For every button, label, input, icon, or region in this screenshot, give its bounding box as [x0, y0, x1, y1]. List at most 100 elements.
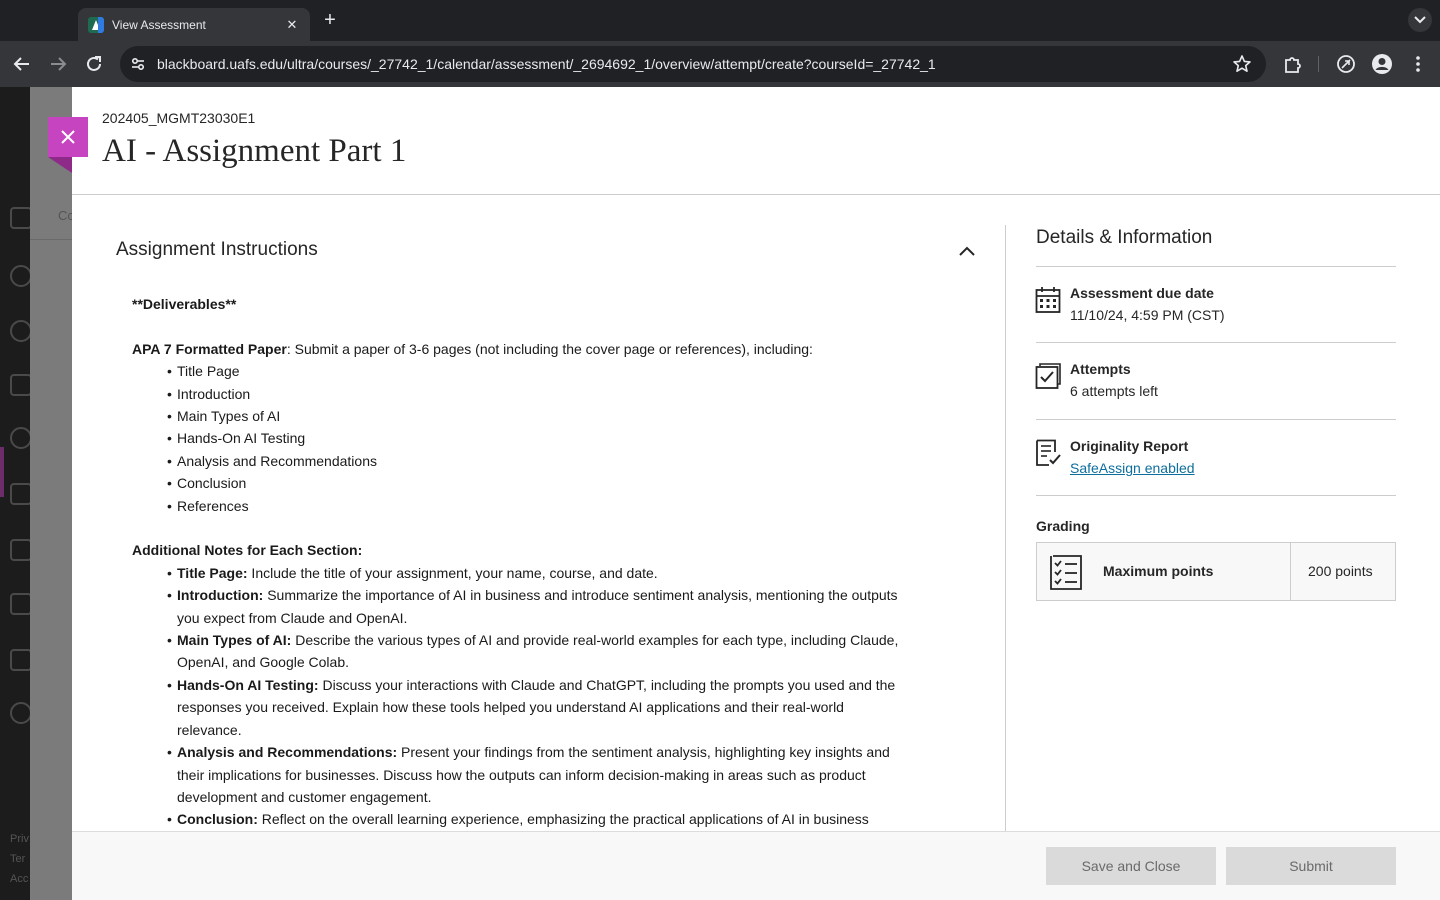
- browser-menu-icon[interactable]: [1407, 53, 1429, 75]
- tab-close-icon[interactable]: ✕: [284, 17, 300, 33]
- section-item: Title Page: [132, 360, 912, 383]
- chevron-up-icon: [959, 246, 975, 256]
- grades-icon: [10, 593, 32, 615]
- note-text: Summarize the importance of AI in busine…: [177, 587, 898, 626]
- note-item: Conclusion: Reflect on the overall learn…: [132, 808, 912, 831]
- notes-list: Title Page: Include the title of your as…: [132, 562, 912, 831]
- tab-title: View Assessment: [112, 17, 206, 32]
- details-divider: [1036, 419, 1396, 420]
- messages-icon: [10, 539, 32, 561]
- grading-label: Grading: [1036, 518, 1090, 534]
- rubric-checklist-icon: [1047, 553, 1085, 591]
- additional-notes-heading: Additional Notes for Each Section:: [132, 542, 363, 559]
- note-text: Include the title of your assignment, yo…: [247, 564, 658, 581]
- new-tab-icon[interactable]: +: [319, 9, 341, 31]
- background-course-content: Cc: [30, 87, 74, 900]
- blackboard-favicon-icon: [88, 16, 104, 33]
- note-label: Hands-On AI Testing:: [177, 676, 319, 693]
- note-label: Introduction:: [177, 587, 264, 604]
- note-item: Analysis and Recommendations: Present yo…: [132, 741, 912, 808]
- section-item: Analysis and Recommendations: [132, 450, 912, 473]
- page-title: AI - Assignment Part 1: [102, 133, 407, 169]
- close-panel-control: [48, 117, 88, 174]
- profile-icon: [10, 265, 32, 287]
- back-arrow-icon[interactable]: [11, 53, 33, 75]
- section-item: Main Types of AI: [132, 405, 912, 428]
- attempts-checkbox-icon: [1035, 362, 1061, 390]
- tab-search-icon[interactable]: [1408, 8, 1432, 32]
- extension-leaf-icon[interactable]: [1335, 53, 1357, 75]
- groups-icon: [10, 427, 32, 449]
- originality-label: Originality Report: [1070, 438, 1189, 454]
- toolbar-separator: [1318, 56, 1319, 72]
- bookmark-star-icon[interactable]: [1232, 54, 1252, 74]
- details-divider: [1036, 266, 1396, 267]
- apa-text: : Submit a paper of 3-6 pages (not inclu…: [286, 340, 813, 357]
- grading-separator: [1290, 543, 1291, 600]
- note-label: Conclusion:: [177, 811, 258, 828]
- note-label: Analysis and Recommendations:: [177, 744, 398, 761]
- courses-icon: [10, 374, 32, 396]
- deliverables-heading: **Deliverables**: [132, 296, 237, 312]
- submit-button[interactable]: Submit: [1226, 847, 1396, 885]
- globe-icon: [10, 320, 32, 342]
- close-panel-button[interactable]: [48, 117, 88, 157]
- collapse-instructions-button[interactable]: [955, 240, 979, 262]
- maximum-points-value: 200 points: [1308, 563, 1373, 579]
- section-list: Title Page Introduction Main Types of AI…: [132, 360, 912, 517]
- note-item: Introduction: Summarize the importance o…: [132, 584, 912, 629]
- section-item: Hands-On AI Testing: [132, 427, 912, 450]
- browser-tab[interactable]: View Assessment ✕: [78, 8, 310, 41]
- site-info-icon[interactable]: [128, 54, 148, 74]
- background-divider: [30, 239, 72, 240]
- note-item: Hands-On AI Testing: Discuss your intera…: [132, 674, 912, 741]
- section-item: Introduction: [132, 383, 912, 406]
- course-code: 202405_MGMT23030E1: [102, 110, 256, 126]
- due-date-value: 11/10/24, 4:59 PM (CST): [1070, 307, 1225, 323]
- background-course-nav: Priv Ter Acc: [0, 87, 32, 900]
- tools-icon: [10, 649, 32, 671]
- profile-avatar-icon[interactable]: [1371, 53, 1393, 75]
- attempts-label: Attempts: [1070, 361, 1131, 377]
- details-divider: [1036, 342, 1396, 343]
- address-bar[interactable]: blackboard.uafs.edu/ultra/courses/_27742…: [120, 46, 1266, 82]
- note-label: Title Page:: [177, 564, 248, 581]
- institution-icon: [10, 207, 32, 229]
- safeassign-link[interactable]: SafeAssign enabled: [1070, 460, 1195, 476]
- note-text: Reflect on the overall learning experien…: [257, 811, 869, 828]
- close-button-fold: [48, 157, 72, 173]
- browser-toolbar: blackboard.uafs.edu/ultra/courses/_27742…: [0, 41, 1440, 87]
- due-date-label: Assessment due date: [1070, 285, 1214, 301]
- originality-report-icon: [1035, 439, 1061, 467]
- note-item: Title Page: Include the title of your as…: [132, 562, 912, 585]
- close-icon: [61, 130, 75, 144]
- calendar-icon: [1035, 286, 1061, 314]
- sign-out-icon: [10, 702, 32, 724]
- details-divider: [1036, 495, 1396, 496]
- calendar-nav-icon: [10, 483, 32, 505]
- column-divider: [1005, 225, 1006, 831]
- section-item: References: [132, 495, 912, 518]
- grading-box: Maximum points 200 points: [1036, 542, 1396, 601]
- assignment-instructions-heading: Assignment Instructions: [116, 239, 318, 260]
- save-and-close-button[interactable]: Save and Close: [1046, 847, 1216, 885]
- extensions-puzzle-icon[interactable]: [1282, 53, 1304, 75]
- instructions-content: **Deliverables** APA 7 Formatted Paper: …: [132, 293, 912, 831]
- footer-link-privacy: Priv: [10, 833, 29, 845]
- active-nav-indicator: [0, 447, 4, 497]
- header-divider: [72, 194, 1440, 195]
- section-item: Conclusion: [132, 472, 912, 495]
- forward-arrow-icon[interactable]: [47, 53, 69, 75]
- footer-link-terms: Ter: [10, 853, 26, 865]
- apa-requirement: APA 7 Formatted Paper: Submit a paper of…: [132, 338, 912, 360]
- reload-icon[interactable]: [83, 53, 105, 75]
- maximum-points-label: Maximum points: [1103, 563, 1214, 579]
- attempts-value: 6 attempts left: [1070, 383, 1158, 399]
- details-heading: Details & Information: [1036, 227, 1213, 248]
- footer-link-accessibility: Acc: [10, 873, 29, 885]
- apa-label: APA 7 Formatted Paper: [132, 340, 287, 357]
- browser-tab-bar: View Assessment ✕ +: [0, 0, 1440, 41]
- url-text: blackboard.uafs.edu/ultra/courses/_27742…: [157, 56, 936, 72]
